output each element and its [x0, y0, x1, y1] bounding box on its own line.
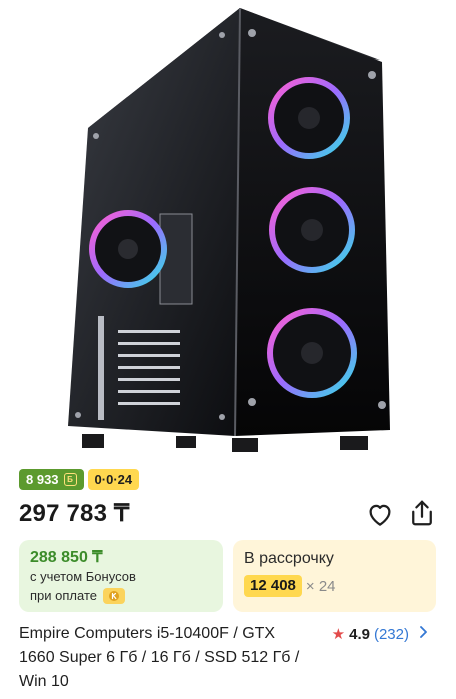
heart-icon — [369, 504, 391, 526]
bonus-coin-icon: Б — [63, 473, 77, 486]
kaspi-logo-icon — [102, 587, 125, 604]
installment-amount: 12 408 — [244, 575, 302, 597]
rating-value: 4.9 — [349, 625, 370, 643]
share-button[interactable] — [407, 498, 437, 528]
reviews-count: (232) — [373, 625, 409, 643]
bonus-note-line1: с учетом Бонусов — [30, 569, 136, 584]
installment-badge: 0·0·24 — [87, 469, 140, 490]
bonus-pay-row: при оплате — [30, 586, 212, 605]
bonus-note-line2: при оплате — [30, 588, 97, 603]
favorite-button[interactable] — [365, 499, 395, 529]
installment-months: × 24 — [305, 577, 336, 595]
share-icon — [412, 500, 432, 526]
installment-card[interactable]: В рассрочку 12 408 × 24 — [233, 540, 436, 612]
price-row: 297 783 ₸ — [19, 496, 439, 532]
bonus-price: 288 850 ₸ — [30, 549, 103, 566]
rating-link[interactable]: ★ 4.9 (232) — [332, 625, 428, 643]
installment-title: В рассрочку — [244, 550, 334, 567]
bonus-price-card[interactable]: 288 850 ₸ с учетом Бонусов при оплате — [19, 540, 223, 612]
star-icon: ★ — [331, 626, 346, 643]
installment-row: 12 408 × 24 — [244, 575, 425, 597]
product-title: Empire Computers i5-10400F / GTX 1660 Su… — [19, 625, 300, 690]
price-badges: 8 933 Б 0·0·24 — [19, 469, 140, 490]
bonus-badge-value: 8 933 — [26, 472, 59, 487]
bonus-badge: 8 933 Б — [19, 469, 84, 490]
product-image[interactable] — [0, 0, 456, 462]
chevron-right-icon — [419, 625, 428, 643]
pc-case-illustration — [68, 7, 390, 452]
